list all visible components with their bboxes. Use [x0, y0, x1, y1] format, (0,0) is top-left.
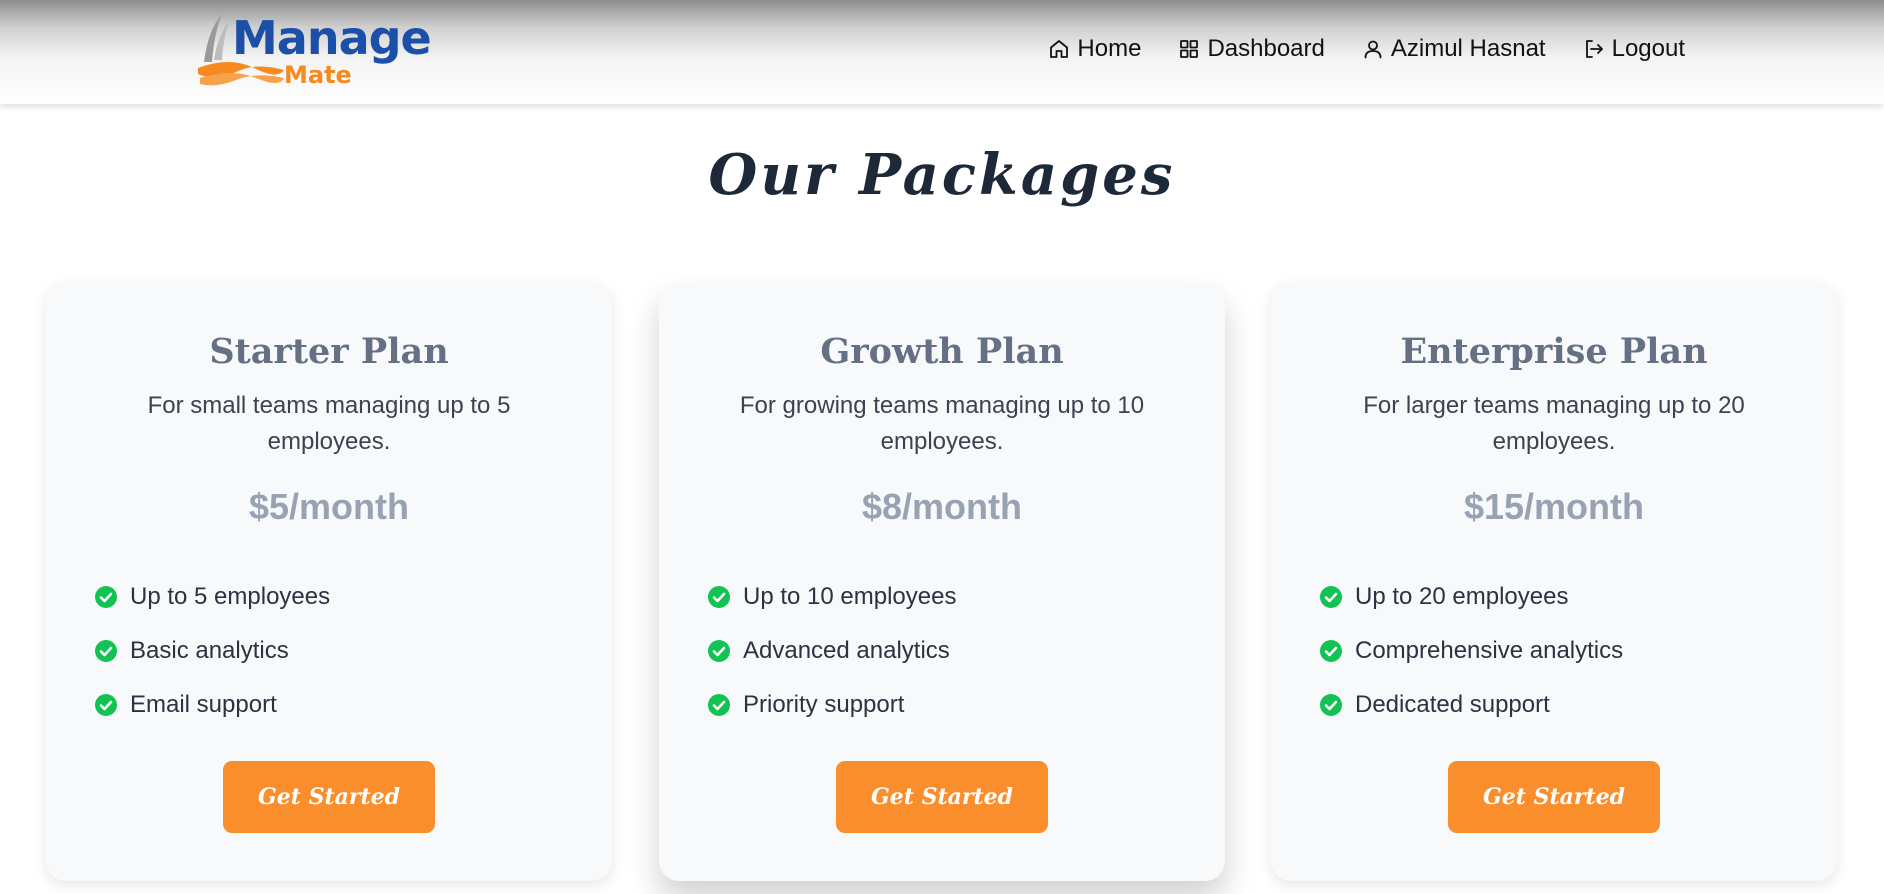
page: Manage Mate Home Dashboard Azimul Hasnat…: [0, 0, 1884, 894]
nav-home-link[interactable]: Home: [1047, 35, 1141, 63]
feature-item: Email support: [94, 678, 330, 732]
feature-label: Comprehensive analytics: [1355, 637, 1624, 664]
plan-name: Starter Plan: [209, 331, 449, 372]
check-circle-icon: [708, 586, 730, 608]
get-started-button-growth[interactable]: Get Started: [836, 761, 1048, 833]
logo-word-top: Manage: [232, 11, 430, 65]
logo-swoosh-icon: [200, 73, 284, 86]
nav-home-label: Home: [1077, 35, 1142, 62]
nav-dashboard-label: Dashboard: [1207, 35, 1325, 62]
plan-name: Enterprise Plan: [1400, 331, 1708, 372]
check-circle-icon: [708, 640, 730, 662]
user-icon: [1364, 40, 1382, 59]
check-circle-icon: [95, 586, 117, 608]
logout-icon: [1585, 40, 1603, 58]
feature-label: Up to 5 employees: [130, 583, 331, 610]
feature-label: Basic analytics: [130, 637, 289, 664]
feature-label: Up to 20 employees: [1355, 583, 1569, 610]
plan-price: $5/month: [248, 486, 409, 527]
feature-item: Basic analytics: [94, 624, 330, 678]
feature-label: Up to 10 employees: [743, 583, 957, 610]
logo-word-bottom: Mate: [284, 61, 352, 88]
plan-card-growth: Growth Plan For growing teams managing u…: [659, 283, 1225, 881]
plan-description: For larger teams managing up to 20 emplo…: [1363, 392, 1745, 455]
plan-description: For small teams managing up to 5 employe…: [147, 392, 511, 455]
check-circle-icon: [95, 694, 117, 716]
feature-label: Priority support: [743, 691, 905, 718]
plan-price: $15/month: [1463, 486, 1645, 527]
logo[interactable]: Manage Mate: [196, 10, 430, 88]
feature-label: Dedicated support: [1355, 691, 1550, 718]
feature-item: Comprehensive analytics: [1319, 624, 1623, 678]
feature-list: Up to 5 employees Basic analytics Email …: [94, 570, 330, 732]
nav-dashboard-link[interactable]: Dashboard: [1177, 35, 1325, 63]
feature-label: Email support: [130, 691, 277, 718]
nav-profile-link[interactable]: Azimul Hasnat: [1361, 35, 1546, 63]
check-circle-icon: [708, 694, 730, 716]
feature-item: Up to 20 employees: [1319, 570, 1623, 624]
navbar: Manage Mate Home Dashboard Azimul Hasnat…: [0, 0, 1884, 104]
check-circle-icon: [1320, 586, 1342, 608]
grid-icon: [1180, 40, 1199, 58]
feature-item: Dedicated support: [1319, 678, 1623, 732]
plan-card-starter: Starter Plan For small teams managing up…: [46, 283, 612, 881]
check-circle-icon: [1320, 694, 1342, 716]
check-circle-icon: [95, 640, 117, 662]
feature-item: Up to 5 employees: [94, 570, 330, 624]
plan-card-enterprise: Enterprise Plan For larger teams managin…: [1271, 283, 1837, 881]
home-icon: [1050, 40, 1069, 58]
check-circle-icon: [1320, 640, 1342, 662]
get-started-button-starter[interactable]: Get Started: [223, 761, 435, 833]
feature-item: Advanced analytics: [707, 624, 956, 678]
pricing-cards: Starter Plan For small teams managing up…: [0, 0, 1884, 894]
plan-name: Growth Plan: [820, 331, 1064, 372]
get-started-button-enterprise[interactable]: Get Started: [1448, 761, 1660, 833]
feature-item: Priority support: [707, 678, 956, 732]
feature-item: Up to 10 employees: [707, 570, 956, 624]
main-nav: Home Dashboard Azimul Hasnat Logout: [1047, 30, 1685, 68]
nav-logout-label: Logout: [1611, 35, 1685, 62]
feature-list: Up to 10 employees Advanced analytics Pr…: [707, 570, 956, 732]
feature-label: Advanced analytics: [743, 637, 950, 664]
nav-profile-label: Azimul Hasnat: [1390, 35, 1546, 62]
plan-price: $8/month: [861, 486, 1022, 527]
feature-list: Up to 20 employees Comprehensive analyti…: [1319, 570, 1623, 732]
plan-description: For growing teams managing up to 10 empl…: [739, 392, 1145, 455]
nav-logout-link[interactable]: Logout: [1582, 35, 1685, 63]
